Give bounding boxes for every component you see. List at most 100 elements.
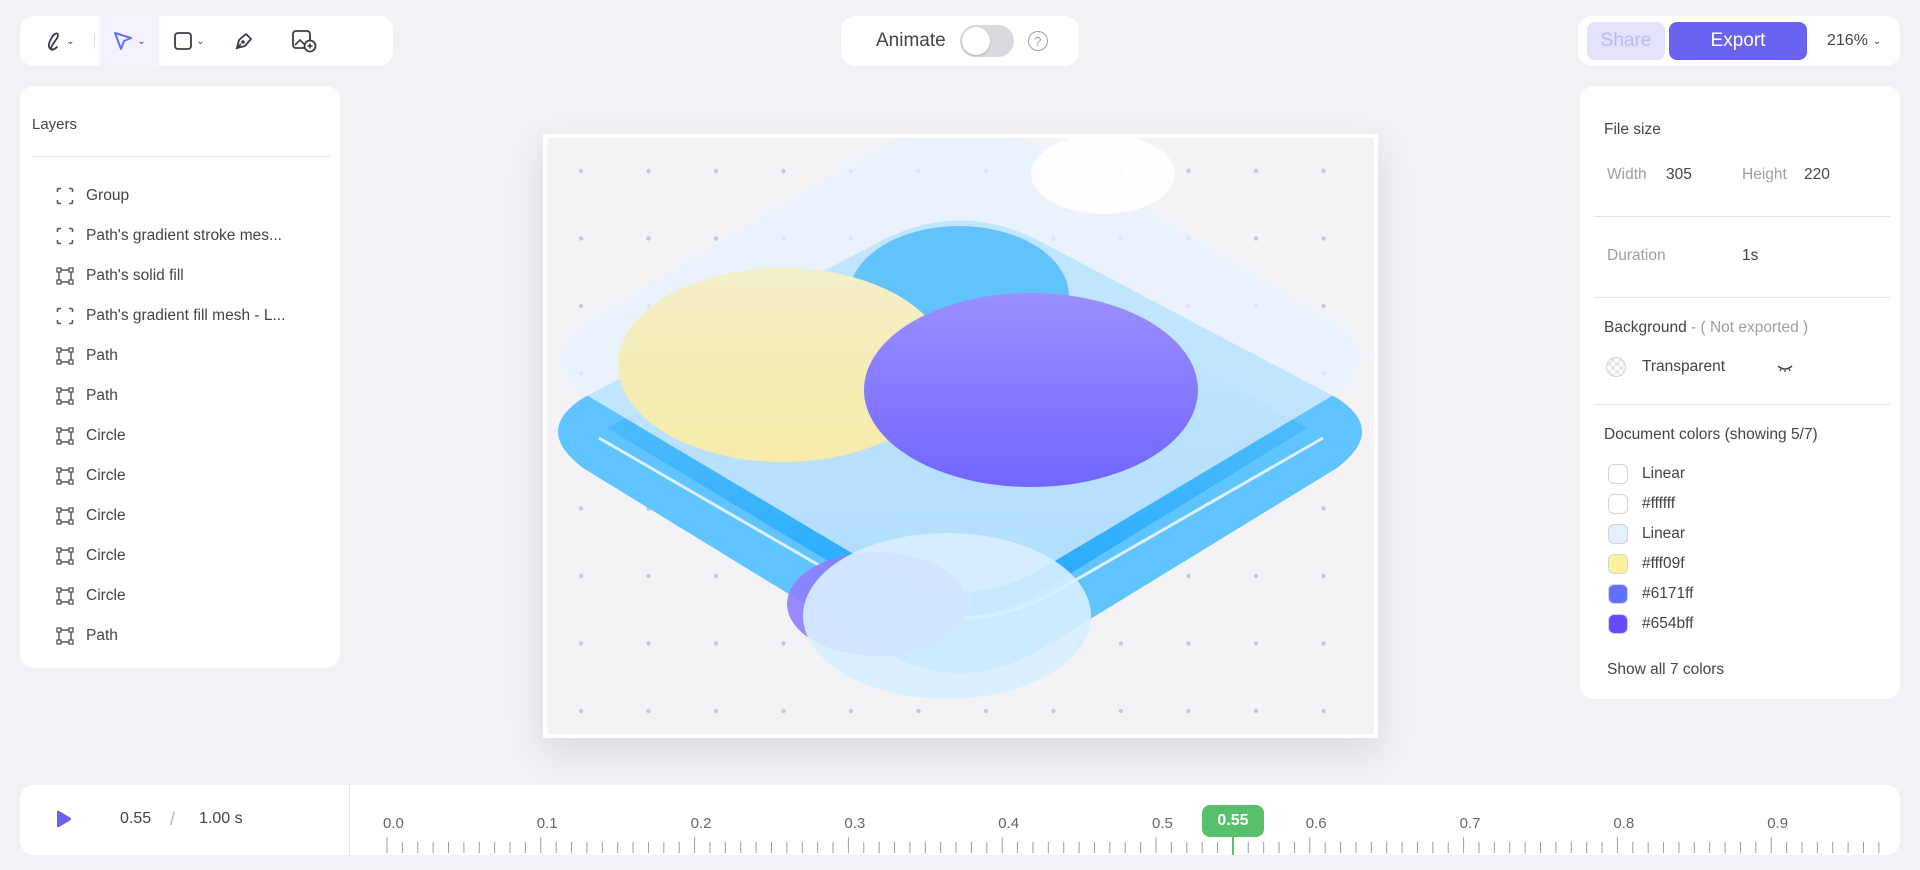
layer-item[interactable]: Path: [56, 616, 118, 656]
layer-label: Path: [86, 387, 118, 404]
square-icon: [174, 32, 193, 50]
properties-panel: File size Width 305 Height 220 Duration …: [1580, 86, 1900, 699]
header-actions: Share Export 216% ⌄: [1578, 16, 1900, 66]
playhead-line: [1232, 835, 1234, 855]
color-swatch[interactable]: [1608, 614, 1628, 634]
artwork: [547, 138, 1374, 734]
pointer-icon: [114, 32, 133, 50]
transparent-swatch[interactable]: [1606, 357, 1626, 377]
layer-item[interactable]: Path: [56, 376, 118, 416]
path-icon: [56, 387, 74, 405]
group-icon: [56, 307, 74, 325]
pointer-tool-button[interactable]: ⌄: [99, 16, 159, 66]
path-icon: [56, 627, 74, 645]
chevron-down-icon: ⌄: [196, 35, 205, 47]
toolbar-divider: [94, 33, 95, 49]
path-icon: [56, 267, 74, 285]
color-swatch[interactable]: [1608, 494, 1628, 514]
playhead-handle[interactable]: 0.55: [1202, 805, 1264, 837]
path-icon: [56, 547, 74, 565]
color-label: Linear: [1642, 525, 1686, 542]
layer-label: Circle: [86, 547, 126, 564]
color-label: #ffffff: [1642, 495, 1676, 512]
show-all-colors-link[interactable]: Show all 7 colors: [1607, 661, 1724, 679]
layer-label: Circle: [86, 427, 126, 444]
width-label: Width: [1607, 166, 1647, 183]
eye-closed-icon[interactable]: [1776, 363, 1794, 373]
help-icon[interactable]: ?: [1027, 31, 1048, 51]
layer-item[interactable]: Path: [56, 336, 118, 376]
divider: [1594, 216, 1890, 217]
artboard-canvas[interactable]: [543, 134, 1378, 738]
height-input[interactable]: 220: [1804, 166, 1830, 184]
height-label: Height: [1742, 166, 1787, 183]
width-input[interactable]: 305: [1666, 166, 1692, 184]
layer-item[interactable]: Group: [56, 176, 129, 216]
divider: [1594, 404, 1890, 405]
share-button[interactable]: Share: [1587, 22, 1665, 60]
layer-item[interactable]: Path's gradient fill mesh - L...: [56, 296, 285, 336]
layer-label: Circle: [86, 587, 126, 604]
layer-label: Path: [86, 627, 118, 644]
animate-control: Animate ?: [841, 16, 1079, 66]
layer-item[interactable]: Circle: [56, 496, 126, 536]
zoom-dropdown[interactable]: 216% ⌄: [1827, 32, 1881, 50]
toolbar: ⌄ ⌄ ⌄: [20, 16, 393, 66]
export-button[interactable]: Export: [1669, 22, 1807, 60]
animate-toggle[interactable]: [959, 25, 1014, 57]
layer-label: Path's gradient stroke mes...: [86, 227, 282, 244]
chevron-down-icon: ⌄: [1872, 35, 1882, 47]
layer-label: Circle: [86, 467, 126, 484]
group-icon: [56, 187, 74, 205]
layer-item[interactable]: Circle: [56, 456, 126, 496]
path-icon: [56, 507, 74, 525]
time-ruler[interactable]: [20, 785, 1900, 855]
path-icon: [56, 467, 74, 485]
layers-panel: Layers Group Path's gradient stroke mes..…: [20, 86, 340, 668]
pencil-icon: [48, 32, 60, 51]
pencil-tool-button[interactable]: ⌄: [30, 16, 90, 66]
color-swatch[interactable]: [1608, 524, 1628, 544]
add-image-tool-button[interactable]: [269, 16, 339, 66]
color-swatch[interactable]: [1608, 554, 1628, 574]
layer-item[interactable]: Path's solid fill: [56, 256, 184, 296]
color-label: #fff09f: [1642, 555, 1685, 572]
pen-tool-button[interactable]: [219, 16, 269, 66]
path-icon: [56, 587, 74, 605]
layer-label: Circle: [86, 507, 126, 524]
divider: [1594, 297, 1890, 298]
duration-label: Duration: [1607, 247, 1666, 264]
layer-label: Group: [86, 187, 130, 204]
color-label: Linear: [1642, 465, 1686, 482]
path-icon: [56, 427, 74, 445]
animate-label: Animate: [876, 30, 946, 51]
layer-item[interactable]: Circle: [56, 536, 126, 576]
chevron-down-icon: ⌄: [137, 35, 146, 47]
divider: [32, 156, 330, 157]
color-swatch[interactable]: [1608, 464, 1628, 484]
duration-input[interactable]: 1s: [1742, 247, 1758, 265]
purple-circle: [864, 293, 1198, 487]
timeline: 0.55 / 1.00 s 0.0 0.1 0.2 0.3 0.4 0.5 0.6 0.7 0.…: [20, 785, 1900, 855]
layer-label: Path's solid fill: [86, 267, 184, 284]
layer-item[interactable]: Circle: [56, 576, 126, 616]
background-title: Background - ( Not exported ): [1604, 319, 1808, 337]
layer-item[interactable]: Circle: [56, 416, 126, 456]
light-blue-circle: [803, 533, 1091, 699]
color-swatch[interactable]: [1608, 584, 1628, 604]
document-colors-title: Document colors (showing 5/7): [1604, 426, 1818, 443]
layer-label: Path's gradient fill mesh - L...: [86, 307, 286, 324]
background-note: - ( Not exported ): [1691, 319, 1809, 336]
path-icon: [56, 347, 74, 365]
layers-title: Layers: [32, 116, 78, 133]
shape-tool-button[interactable]: ⌄: [159, 16, 219, 66]
chevron-down-icon: ⌄: [66, 35, 75, 47]
layer-item[interactable]: Path's gradient stroke mes...: [56, 216, 282, 256]
toggle-knob: [961, 27, 990, 55]
color-label: #654bff: [1642, 615, 1694, 632]
color-label: #6171ff: [1642, 585, 1694, 602]
layer-label: Path: [86, 347, 118, 364]
background-value[interactable]: Transparent: [1642, 358, 1725, 376]
pen-icon: [235, 33, 252, 50]
file-size-title: File size: [1604, 121, 1661, 138]
